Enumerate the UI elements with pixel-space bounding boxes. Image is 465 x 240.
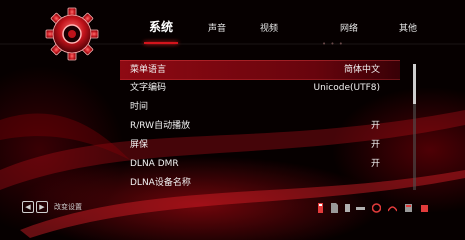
- tab-video[interactable]: 视频: [256, 20, 282, 40]
- menu-item-label: 时间: [130, 102, 149, 112]
- menu-item-label: R/RW自动播放: [130, 121, 191, 131]
- gear-logo-icon: [45, 7, 99, 61]
- menu-item-screensaver[interactable]: 屏保 开: [120, 136, 400, 154]
- tab-audio[interactable]: 声音: [204, 20, 230, 40]
- disk-icon: [345, 204, 350, 212]
- settings-menu: 菜单语言 简体中文 文字编码 Unicode(UTF8) 时间 R/RW自动播放…: [120, 60, 410, 190]
- menu-item-value: 开: [370, 121, 380, 131]
- network-icon: [356, 207, 365, 210]
- menu-item-dlna-dmr[interactable]: DLNA DMR 开: [120, 155, 400, 173]
- menu-item-autoplay[interactable]: R/RW自动播放 开: [120, 117, 400, 135]
- wifi-icon: [372, 203, 381, 213]
- hdd-icon: [405, 204, 412, 212]
- menu-item-value: 简体中文: [343, 65, 380, 75]
- menu-item-time[interactable]: 时间: [120, 98, 400, 116]
- faded-text: • • •: [322, 40, 344, 48]
- menu-item-label: DLNA DMR: [130, 159, 179, 169]
- hint-text: 改变设置: [54, 203, 82, 211]
- menu-item-label: 文字编码: [130, 83, 167, 93]
- main-tabs: 系统 声音 视频 网络 其他: [140, 18, 440, 44]
- menu-item-menu-language[interactable]: 菜单语言 简体中文: [120, 60, 400, 80]
- ok-key-icon: ▶: [36, 201, 48, 213]
- menu-item-value: 开: [370, 159, 380, 169]
- menu-scrollbar[interactable]: [413, 64, 416, 190]
- sd-card-icon: [331, 203, 338, 213]
- arrow-keys-icon: ◀: [22, 201, 34, 213]
- dvd-icon: [388, 206, 397, 212]
- tab-other[interactable]: 其他: [395, 20, 421, 40]
- settings-screen: 系统 声音 视频 网络 其他 • • • 菜单语言 简体中文 文字编码 Unic…: [0, 0, 465, 240]
- help-hint: ◀ ▶ 改变设置: [22, 200, 82, 214]
- menu-item-value: Unicode(UTF8): [313, 83, 380, 93]
- menu-item-label: 屏保: [130, 140, 149, 150]
- scrollbar-thumb[interactable]: [413, 64, 416, 104]
- tab-network[interactable]: 网络: [336, 20, 362, 40]
- menu-item-dlna-device-name[interactable]: DLNA设备名称: [120, 174, 400, 192]
- usb-icon: [318, 203, 323, 213]
- menu-item-label: 菜单语言: [130, 65, 167, 75]
- box-icon: [421, 205, 428, 212]
- menu-item-label: DLNA设备名称: [130, 178, 191, 188]
- tab-system[interactable]: 系统: [144, 18, 178, 44]
- menu-item-value: 开: [370, 140, 380, 150]
- menu-item-text-encoding[interactable]: 文字编码 Unicode(UTF8): [120, 79, 400, 97]
